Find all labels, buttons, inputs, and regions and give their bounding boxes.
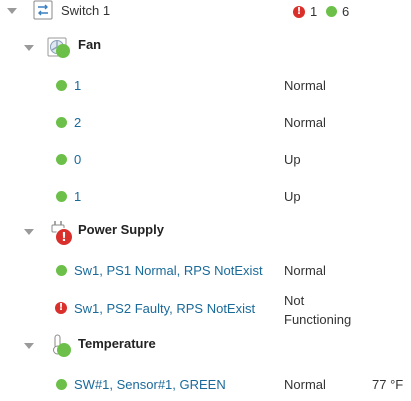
fan-item-status: Normal (284, 78, 326, 93)
power-supply-item-link[interactable]: Sw1, PS2 Faulty, RPS NotExist (74, 301, 255, 316)
temperature-item-value: 77 °F (372, 377, 404, 392)
fan-item-status-icon (56, 80, 67, 91)
power-supply-item-status-icon (56, 265, 67, 276)
temperature-expand-caret[interactable] (24, 343, 34, 349)
fan-item-status-icon (56, 117, 67, 128)
fan-item-status-icon (56, 191, 67, 202)
power-supply-item-status-line1: Not (284, 293, 305, 308)
power-supply-item-status-line2: Functioning (284, 312, 352, 327)
temperature-group-label[interactable]: Temperature (78, 336, 156, 351)
fan-item-link[interactable]: 0 (74, 152, 81, 167)
power-supply-item-critical-icon: ! (55, 302, 67, 314)
switch-label[interactable]: Switch 1 (61, 3, 110, 18)
temperature-status-icon (57, 343, 71, 357)
power-supply-expand-caret[interactable] (24, 229, 34, 235)
power-supply-group-label[interactable]: Power Supply (78, 222, 164, 237)
temperature-item-link[interactable]: SW#1, Sensor#1, GREEN (74, 377, 226, 392)
fan-item-status: Normal (284, 115, 326, 130)
critical-status-icon: ! (293, 6, 305, 18)
fan-item-status: Up (284, 189, 301, 204)
fan-item-link[interactable]: 1 (74, 78, 81, 93)
temperature-item-status: Normal (284, 377, 326, 392)
fan-status-icon (56, 44, 70, 58)
temperature-item-status-icon (56, 379, 67, 390)
ok-count: 6 (342, 4, 350, 19)
switch-icon (33, 0, 53, 20)
switch-expand-caret[interactable] (7, 8, 17, 14)
fan-item-link[interactable]: 2 (74, 115, 81, 130)
fan-item-link[interactable]: 1 (74, 189, 81, 204)
fan-group-label[interactable]: Fan (78, 37, 101, 52)
power-supply-critical-icon: ! (55, 228, 73, 246)
fan-item-status-icon (56, 154, 67, 165)
fan-expand-caret[interactable] (24, 45, 34, 51)
power-supply-item-link[interactable]: Sw1, PS1 Normal, RPS NotExist (74, 263, 263, 278)
fan-item-status: Up (284, 152, 301, 167)
ok-status-icon (326, 6, 337, 17)
critical-count: 1 (310, 4, 318, 19)
power-supply-item-status: Normal (284, 263, 326, 278)
